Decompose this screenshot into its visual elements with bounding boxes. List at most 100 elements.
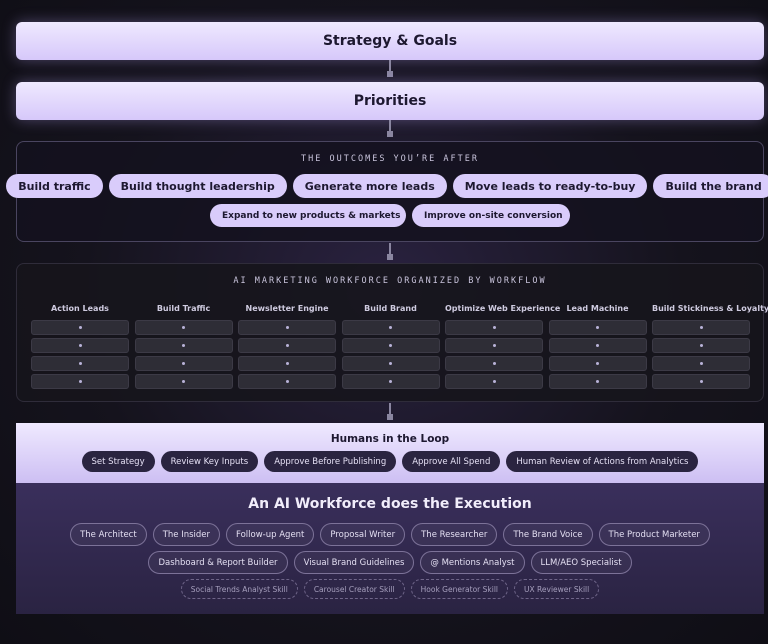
agent-chip: Follow-up Agent: [226, 523, 315, 546]
agent-slot: [548, 374, 647, 389]
slot-dot: [596, 380, 599, 383]
slot-dot: [492, 326, 496, 329]
outcome-chip: Improve on-site conversion: [412, 204, 570, 227]
agent-slot: [238, 338, 336, 353]
priorities-bar: Priorities: [16, 82, 764, 120]
slot-dot: [389, 326, 392, 329]
slot-dot: [389, 362, 392, 365]
priorities-label: Priorities: [353, 93, 427, 109]
slot-dot: [699, 362, 703, 365]
connector-3: [387, 243, 393, 260]
workforce-title: AI MARKETING WORKFORCE ORGANIZED BY WORK…: [233, 276, 547, 286]
agent-slot: [341, 338, 440, 353]
skill-chip: UX Reviewer Skill: [514, 579, 600, 599]
skill-chip: Social Trends Analyst Skill: [180, 579, 298, 599]
slot-dot: [182, 362, 185, 365]
workflow-column: Newsletter Engine: [238, 304, 336, 392]
outcome-chip: Build traffic: [6, 174, 103, 198]
strategy-goals-label: Strategy & Goals: [322, 33, 458, 49]
workforce-panel: AI MARKETING WORKFORCE ORGANIZED BY WORK…: [16, 263, 768, 402]
agent-chip: @ Mentions Analyst: [420, 551, 525, 574]
workflow-column: Build Brand: [341, 304, 440, 392]
workflow-column-title: Optimize Web Experience: [445, 304, 561, 313]
workflow-column: Lead Machine: [548, 304, 647, 392]
agent-slot: [445, 356, 543, 371]
outcomes-panel: THE OUTCOMES YOU’RE AFTER Build traffic …: [6, 141, 768, 242]
agent-slot: [134, 356, 233, 371]
slot-dot: [78, 344, 82, 347]
workflow-grid: Action Leads Build Traffic Newsletter En…: [31, 304, 768, 392]
humans-chip-row: Set Strategy Review Key Inputs Approve B…: [16, 451, 764, 472]
outcome-chip: Generate more leads: [292, 174, 447, 198]
human-step-chip: Review Key Inputs: [160, 451, 259, 472]
slot-dot: [182, 380, 185, 383]
human-step-chip: Approve Before Publishing: [264, 451, 397, 472]
agent-slot: [445, 320, 543, 335]
workflow-column: Build Stickiness & Loyalty: [652, 304, 768, 392]
workflow-column-title: Build Traffic: [156, 304, 211, 313]
outcome-chip: Expand to new products & markets: [210, 204, 406, 227]
workflow-column-title: Newsletter Engine: [245, 304, 329, 313]
agent-slot: [134, 338, 233, 353]
agent-slot: [445, 374, 543, 389]
slot-dot: [492, 362, 496, 365]
slot-dot: [596, 326, 599, 329]
ai-execution-section: An AI Workforce does the Execution The A…: [16, 483, 764, 614]
slot-dot: [596, 362, 599, 365]
agent-chip: The Researcher: [411, 523, 498, 546]
humans-title: Humans in the Loop: [330, 433, 450, 445]
human-step-chip: Set Strategy: [81, 451, 155, 472]
agent-slot: [652, 374, 750, 389]
slot-dot: [699, 380, 703, 383]
agent-chip: The Architect: [70, 523, 147, 546]
agent-slot: [548, 356, 647, 371]
agent-slot: [341, 356, 440, 371]
agent-slot: [134, 320, 233, 335]
agent-slot: [652, 356, 750, 371]
agent-chip: The Brand Voice: [503, 523, 593, 546]
agent-chip: Proposal Writer: [320, 523, 406, 546]
slot-dot: [389, 344, 392, 347]
agent-slot: [31, 320, 129, 335]
humans-in-loop-section: Humans in the Loop Set Strategy Review K…: [16, 423, 764, 483]
agent-slot: [652, 320, 750, 335]
agent-slot: [238, 320, 336, 335]
slot-dot: [182, 344, 185, 347]
slot-dot: [492, 344, 496, 347]
agent-slot: [652, 338, 750, 353]
agent-chip: The Product Marketer: [598, 523, 710, 546]
slot-dot: [285, 326, 289, 329]
slot-dot: [78, 326, 82, 329]
agent-chip: LLM/AEO Specialist: [530, 551, 632, 574]
connector-2: [387, 120, 393, 137]
agent-row-1: The Architect The Insider Follow-up Agen…: [16, 523, 764, 546]
strategy-goals-bar: Strategy & Goals: [16, 22, 764, 60]
workflow-column: Build Traffic: [134, 304, 233, 392]
outcomes-primary-row: Build traffic Build thought leadership G…: [6, 174, 768, 198]
workflow-column-title: Build Stickiness & Loyalty: [652, 304, 768, 313]
execution-title: An AI Workforce does the Execution: [248, 496, 532, 512]
skill-chip: Carousel Creator Skill: [303, 579, 405, 599]
slot-dot: [699, 326, 703, 329]
slot-dot: [285, 380, 289, 383]
slot-dot: [596, 344, 599, 347]
agent-slot: [548, 320, 647, 335]
agent-slot: [238, 356, 336, 371]
agent-slot: [548, 338, 647, 353]
connector-1: [387, 60, 393, 77]
workflow-column: Optimize Web Experience: [445, 304, 561, 392]
agent-row-2: Dashboard & Report Builder Visual Brand …: [16, 551, 764, 574]
outcome-chip: Move leads to ready-to-buy: [452, 174, 648, 198]
skill-row: Social Trends Analyst Skill Carousel Cre…: [16, 579, 764, 599]
agent-slot: [238, 374, 336, 389]
outcomes-secondary-row: Expand to new products & markets Improve…: [17, 204, 763, 227]
skill-chip: Hook Generator Skill: [410, 579, 508, 599]
human-step-chip: Approve All Spend: [402, 451, 501, 472]
workflow-column-title: Lead Machine: [566, 304, 629, 313]
slot-dot: [182, 326, 185, 329]
agent-slot: [31, 374, 129, 389]
slot-dot: [285, 362, 289, 365]
agent-chip: The Insider: [152, 523, 221, 546]
agent-slot: [134, 374, 233, 389]
agent-slot: [31, 356, 129, 371]
